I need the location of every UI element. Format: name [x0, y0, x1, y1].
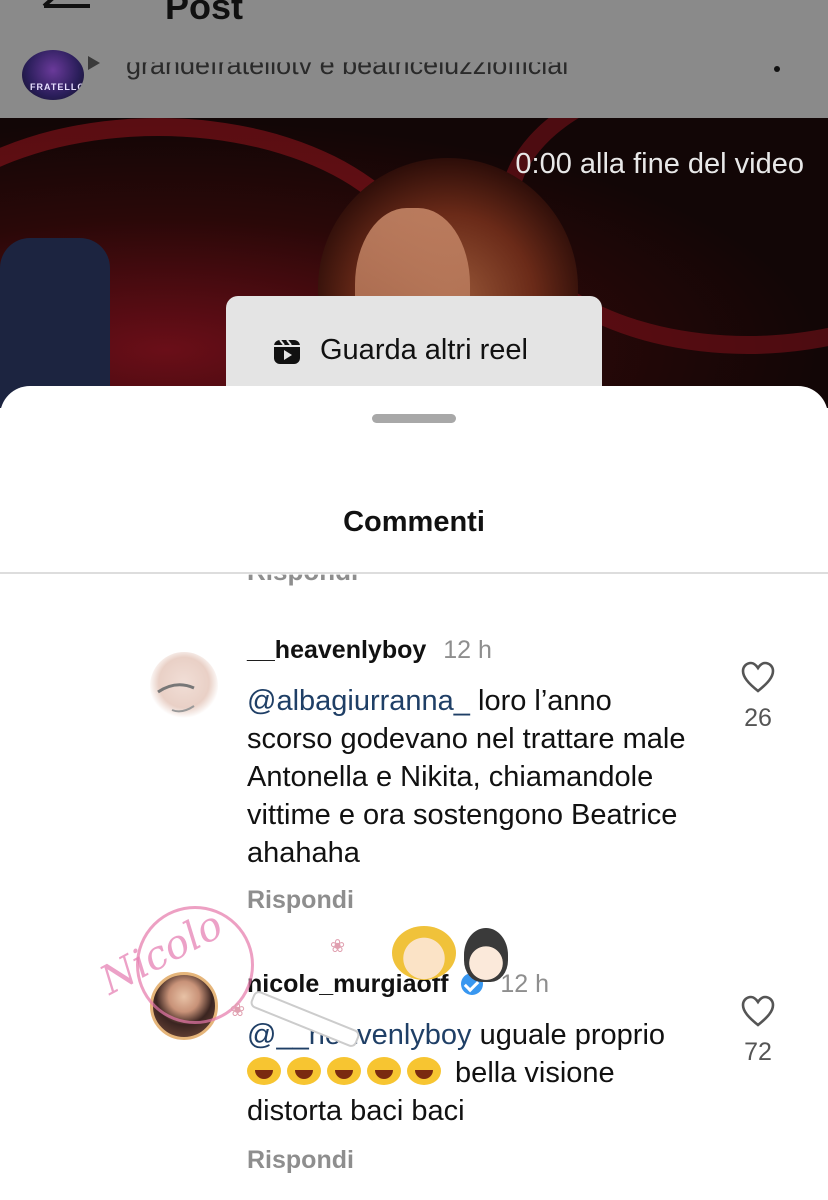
laughing-emoji-icon [327, 1057, 361, 1085]
more-icon[interactable] [774, 66, 780, 72]
comment-username[interactable]: __heavenlyboy [247, 636, 426, 664]
post-header: Post FRATELLO grandefratellotv e beatric… [0, 0, 828, 118]
author-line[interactable]: grandefratellotv e beatriceluzziofficial [126, 62, 568, 81]
laughing-emoji-icon [367, 1057, 401, 1085]
mention-link[interactable]: @albagiurranna_ [247, 685, 470, 717]
back-arrow-icon[interactable] [36, 0, 96, 26]
laughing-emoji-icon [407, 1057, 441, 1085]
reply-link[interactable]: Rispondi [247, 1146, 354, 1175]
reply-link[interactable]: Rispondi [247, 886, 354, 915]
author-avatar[interactable]: FRATELLO [22, 50, 84, 100]
avatar-logo-text: FRATELLO [30, 82, 84, 92]
avatar-sketch-icon [157, 683, 195, 713]
heart-icon[interactable] [740, 660, 776, 694]
comment-text: @__heavenlyboy uguale proprio bella visi… [247, 1016, 687, 1130]
play-icon [88, 56, 100, 70]
paw-icon: ❀ [330, 936, 346, 956]
comment-time: 12 h [443, 636, 492, 664]
reels-icon [274, 339, 300, 364]
comment-text: @albagiurranna_ loro l’anno scorso godev… [247, 682, 687, 872]
sticker-dark-hair-girl-icon [464, 928, 508, 982]
comment-time: 12 h [500, 970, 549, 998]
video-figure-left [0, 238, 110, 408]
sheet-title: Commenti [343, 506, 485, 538]
drag-handle[interactable] [372, 414, 456, 423]
laughing-emoji-icon [247, 1057, 281, 1085]
divider [0, 572, 828, 574]
like-count: 26 [744, 704, 772, 732]
comment-header: __heavenlyboy 12 h [247, 636, 492, 665]
reels-button-label: Guarda altri reel [320, 334, 528, 366]
like-count: 72 [744, 1038, 772, 1066]
laughing-emoji-group [247, 1057, 447, 1089]
laughing-emoji-icon [287, 1057, 321, 1085]
avatar[interactable] [150, 652, 218, 720]
video-timer: 0:00 alla fine del video [515, 148, 804, 180]
comment-text-body: uguale proprio [471, 1019, 666, 1051]
sticker-blonde-girl-icon [392, 926, 456, 980]
heart-icon[interactable] [740, 994, 776, 1028]
paw-icon: ❀ [230, 1000, 246, 1020]
page-title: Post [165, 0, 244, 27]
